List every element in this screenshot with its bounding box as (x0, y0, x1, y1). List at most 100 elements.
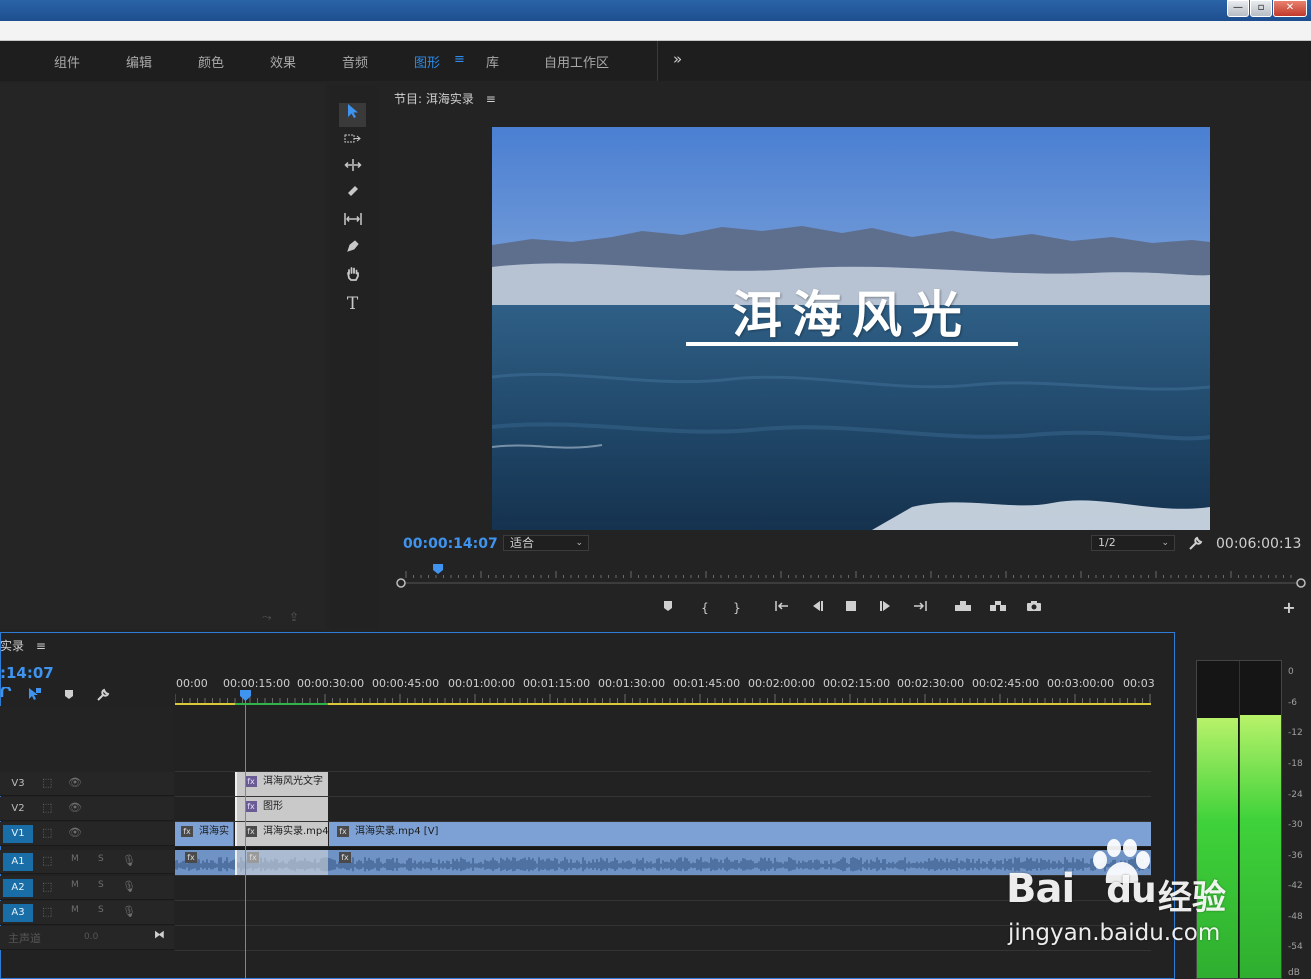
pen-tool-icon[interactable] (339, 238, 366, 262)
solo-button[interactable]: S (98, 905, 104, 915)
ruler-label: 00:03 (1123, 677, 1155, 690)
graphic-clip-v2[interactable]: fx 图形 (235, 797, 328, 821)
slip-tool-icon[interactable] (339, 210, 366, 234)
track-target-v1[interactable]: V1 (3, 825, 33, 843)
program-scrubber[interactable] (396, 562, 1306, 588)
sync-lock-icon[interactable]: ⬚ (42, 776, 52, 789)
track-target-a2[interactable]: A2 (3, 879, 33, 897)
video-clip-v1-a[interactable]: fx 洱海实 (175, 822, 234, 846)
close-button[interactable]: ✕ (1273, 0, 1307, 17)
mute-button[interactable]: M (71, 880, 79, 890)
program-duration-timecode: 00:06:00:13 (1216, 536, 1302, 552)
timeline-playhead-line[interactable] (245, 692, 246, 979)
eye-icon[interactable]: 👁 (68, 801, 82, 814)
microphone-icon[interactable]: 🎙 (122, 905, 136, 918)
workspace-tab-graphics[interactable]: 图形 (414, 52, 440, 71)
program-playhead[interactable] (433, 564, 444, 574)
workspace-tab-color[interactable]: 颜色 (198, 52, 224, 71)
type-tool-icon[interactable]: T (339, 292, 366, 316)
ruler-label: 00:00 (176, 677, 208, 690)
wrench-icon[interactable] (1188, 535, 1204, 551)
master-track-header[interactable]: 主声道 0.0 ⧓ (0, 926, 174, 950)
eye-icon[interactable]: 👁 (68, 826, 82, 839)
track-target-v3[interactable]: V3 (3, 775, 33, 793)
snap-icon[interactable] (0, 685, 12, 701)
timeline-add-marker-icon[interactable] (64, 689, 74, 701)
master-volume-value[interactable]: 0.0 (84, 932, 98, 942)
menu-divider (657, 41, 658, 81)
track-header-a1[interactable]: A1 ⬚ M S 🎙 (0, 850, 174, 874)
microphone-icon[interactable]: 🎙 (122, 880, 136, 893)
workspace-menu-icon[interactable]: ≡ (454, 52, 465, 67)
razor-tool-icon[interactable] (339, 183, 366, 207)
track-target-a1[interactable]: A1 (3, 853, 33, 871)
program-panel-menu-icon[interactable]: ≡ (486, 92, 496, 106)
resolution-value: 1/2 (1098, 536, 1116, 549)
stop-icon[interactable] (840, 598, 862, 618)
sync-lock-icon[interactable]: ⬚ (42, 854, 52, 867)
solo-button[interactable]: S (98, 854, 104, 864)
microphone-icon[interactable]: 🎙 (122, 854, 136, 867)
track-header-a2[interactable]: A2 ⬚ M S 🎙 (0, 876, 174, 900)
export-frame-icon[interactable]: ⇪ (289, 610, 299, 624)
mute-button[interactable]: M (71, 905, 79, 915)
mark-in-icon[interactable]: { (694, 598, 716, 618)
fx-badge: fx (339, 852, 351, 863)
sync-lock-icon[interactable]: ⬚ (42, 826, 52, 839)
go-to-in-icon[interactable] (771, 598, 793, 618)
video-clip-v1-b[interactable]: fx 洱海实录.mp4 (235, 822, 329, 846)
track-header-v1[interactable]: V1 ⬚ 👁 (0, 822, 174, 846)
camera-icon[interactable] (1023, 598, 1045, 618)
maximize-button[interactable]: ▫ (1250, 0, 1272, 17)
track-header-v3[interactable]: V3 ⬚ 👁 (0, 772, 174, 796)
timeline-panel-menu-icon[interactable]: ≡ (36, 639, 46, 653)
playback-resolution-dropdown[interactable]: 1/2 ⌄ (1091, 535, 1175, 551)
button-editor-plus-icon[interactable]: + (1278, 598, 1300, 618)
timeline-current-timecode[interactable]: :14:07 (0, 664, 54, 682)
workspace-tab-editing[interactable]: 编辑 (126, 52, 152, 71)
meter-divider (1239, 661, 1240, 978)
more-workspaces-icon[interactable]: » (673, 50, 682, 68)
program-monitor-title[interactable]: 节目: 洱海实录 ≡ (394, 90, 496, 107)
workspace-tab-audio[interactable]: 音频 (342, 52, 368, 71)
ruler-label: 00:01:00:00 (448, 677, 516, 690)
audio-clip-a1-selected[interactable] (235, 850, 328, 875)
go-to-out-icon[interactable] (909, 598, 931, 618)
timeline-playhead-handle[interactable] (240, 690, 251, 701)
eye-icon[interactable]: 👁 (68, 776, 82, 789)
timeline-tab[interactable]: 实录 ≡ (0, 637, 46, 654)
bowtie-icon[interactable]: ⧓ (154, 928, 165, 941)
mark-out-icon[interactable]: } (726, 598, 748, 618)
solo-button[interactable]: S (98, 880, 104, 890)
zoom-dropdown[interactable]: 适合 ⌄ (503, 535, 589, 551)
timeline-settings-wrench-icon[interactable] (96, 688, 110, 702)
workspace-tab-effects[interactable]: 效果 (270, 52, 296, 71)
workspace-tab-assembly[interactable]: 组件 (54, 52, 80, 71)
video-clip-v1-c[interactable]: fx 洱海实录.mp4 [V] (329, 822, 1151, 846)
selection-tool-icon[interactable] (339, 103, 366, 127)
lift-icon[interactable] (952, 598, 974, 618)
hand-tool-icon[interactable] (339, 265, 366, 289)
linked-selection-icon[interactable] (28, 687, 42, 701)
program-current-timecode[interactable]: 00:00:14:07 (403, 536, 498, 552)
workspace-tab-libraries[interactable]: 库 (486, 52, 499, 71)
insert-icon[interactable]: ⤳ (262, 610, 272, 625)
step-back-icon[interactable] (806, 598, 828, 618)
sync-lock-icon[interactable]: ⬚ (42, 801, 52, 814)
sync-lock-icon[interactable]: ⬚ (42, 905, 52, 918)
baidu-watermark-brand: Bai du (1006, 866, 1157, 912)
sync-lock-icon[interactable]: ⬚ (42, 880, 52, 893)
step-forward-icon[interactable] (875, 598, 897, 618)
add-marker-icon[interactable] (657, 598, 679, 618)
track-header-v2[interactable]: V2 ⬚ 👁 (0, 797, 174, 821)
track-target-a3[interactable]: A3 (3, 904, 33, 922)
track-target-v2[interactable]: V2 (3, 800, 33, 818)
ripple-edit-tool-icon[interactable] (339, 156, 366, 180)
workspace-tab-custom[interactable]: 自用工作区 (544, 52, 609, 71)
minimize-button[interactable]: — (1227, 0, 1249, 17)
track-select-tool-icon[interactable] (339, 129, 366, 153)
mute-button[interactable]: M (71, 854, 79, 864)
track-header-a3[interactable]: A3 ⬚ M S 🎙 (0, 901, 174, 925)
extract-icon[interactable] (987, 598, 1009, 618)
title-clip-v3[interactable]: fx 洱海风光文字 (235, 772, 328, 796)
